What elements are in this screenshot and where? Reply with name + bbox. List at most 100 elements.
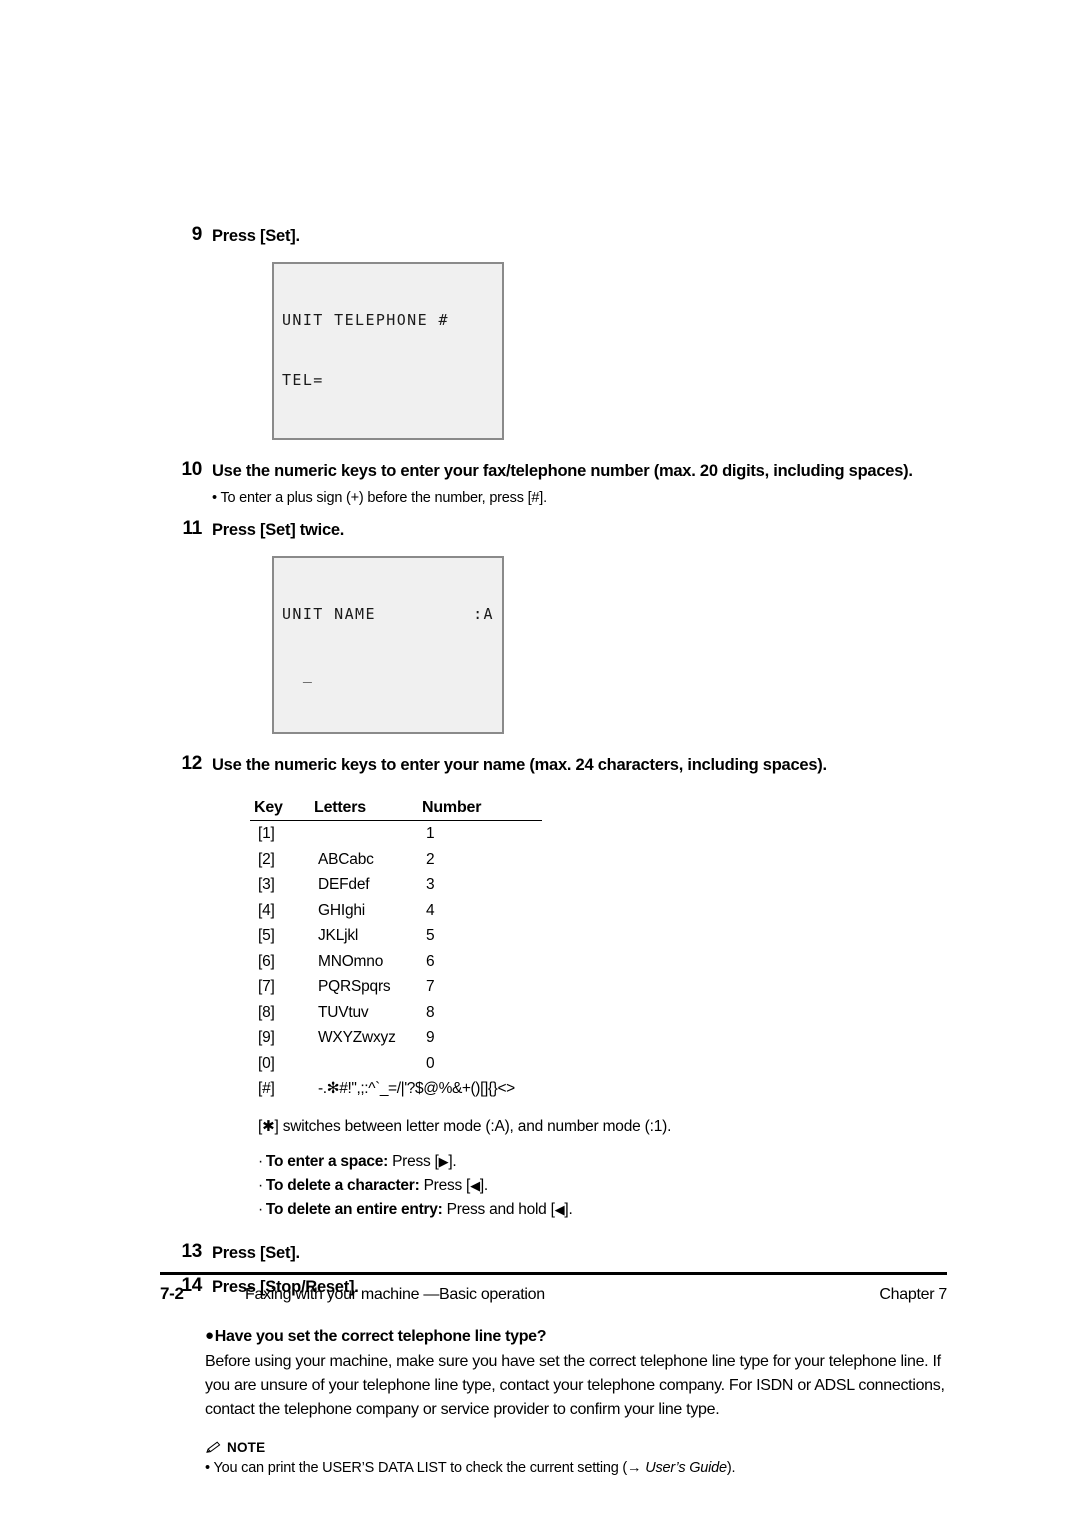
step-10-substep: • To enter a plus sign (+) before the nu… bbox=[212, 490, 547, 506]
key-table-header-letters: Letters bbox=[314, 799, 366, 816]
lcd-display-2-cursor-line: _ bbox=[282, 665, 314, 683]
step-10-text: Use the numeric keys to enter your fax/t… bbox=[212, 462, 913, 480]
key-cell: [9] bbox=[258, 1029, 275, 1046]
footer-title: Faxing with your machine —Basic operatio… bbox=[245, 1286, 545, 1303]
hint-pre: Press [ bbox=[419, 1176, 471, 1194]
footer-divider bbox=[160, 1272, 947, 1275]
key-table-header-key: Key bbox=[254, 799, 283, 816]
note-block: NOTE • You can print the USER’S DATA LIS… bbox=[205, 1440, 950, 1479]
step-11-text: Press [Set] twice. bbox=[212, 521, 345, 539]
lcd-display-2-line-1-left: UNIT NAME bbox=[282, 605, 376, 623]
hint-label: To delete a character: bbox=[265, 1176, 420, 1194]
lcd-display-1-line-2: TEL= bbox=[282, 371, 324, 389]
hint-post: ]. bbox=[479, 1176, 488, 1194]
number-cell: 8 bbox=[426, 1003, 435, 1021]
section-body-text: Before using your machine, make sure you… bbox=[205, 1352, 945, 1418]
number-cell: 5 bbox=[426, 927, 435, 944]
step-13-text: Press [Set]. bbox=[212, 1243, 300, 1262]
letters-cell bbox=[318, 821, 426, 847]
step-10: 10 Use the numeric keys to enter your fa… bbox=[160, 458, 950, 483]
key-table-header-row: Key Letters Number bbox=[250, 799, 542, 821]
letters-cell: TUVtuv bbox=[318, 1003, 369, 1021]
note-body-pre: • You can print the USER’S DATA LIST to … bbox=[205, 1459, 646, 1476]
letters-cell: WXYZwxyz bbox=[318, 1029, 396, 1046]
footer-chapter: Chapter 7 bbox=[879, 1286, 947, 1303]
note-label-text: NOTE bbox=[227, 1439, 266, 1455]
lcd-display-2-line-1: UNIT NAME :A bbox=[282, 604, 494, 624]
key-cell: [5] bbox=[258, 927, 275, 944]
key-table-header-number: Number bbox=[422, 799, 482, 816]
key-cell: [3] bbox=[258, 876, 275, 893]
table-row: [0] 0 bbox=[250, 1051, 550, 1077]
page-footer: 7-2 Faxing with your machine —Basic oper… bbox=[160, 1272, 947, 1304]
hint-post: ]. bbox=[564, 1200, 573, 1218]
filled-circle-bullet-icon: ● bbox=[205, 1326, 214, 1344]
number-cell: 9 bbox=[426, 1029, 435, 1046]
number-cell: 7 bbox=[426, 978, 435, 995]
step-12-number: 12 bbox=[181, 753, 202, 774]
hint-label: To delete an entire entry: bbox=[265, 1200, 443, 1218]
telephone-line-type-section: ●Have you set the correct telephone line… bbox=[205, 1325, 950, 1422]
key-hints-list: · To enter a space: Press [▶]. · To delete… bbox=[258, 1150, 950, 1222]
step-9-number: 9 bbox=[191, 224, 203, 245]
step-9: 9 Press [Set]. bbox=[160, 223, 950, 248]
symbols-cell: -.✻#!",;:^`_=/|'?$@%&+()[]{}<> bbox=[318, 1080, 515, 1097]
note-label-row: NOTE bbox=[205, 1440, 950, 1455]
lcd-display-1: UNIT TELEPHONE # TEL= bbox=[272, 262, 504, 440]
key-letter-table: Key Letters Number [1] 1 [2] ABCabc 2 [3… bbox=[250, 799, 550, 1102]
note-body-reference: User’s Guide bbox=[645, 1459, 727, 1476]
step-9-text: Press [Set]. bbox=[212, 227, 300, 245]
note-body: • You can print the USER’S DATA LIST to … bbox=[205, 1458, 950, 1479]
table-row: [4] GHIghi 4 bbox=[250, 898, 550, 924]
table-row-symbols: [#] -.✻#!",;:^`_=/|'?$@%&+()[]{}<> bbox=[250, 1076, 550, 1102]
bullet-dot: · bbox=[258, 1152, 263, 1170]
table-row: [8] TUVtuv 8 bbox=[250, 1000, 550, 1026]
asterisk-key-icon: ✱ bbox=[262, 1116, 275, 1135]
list-item: · To delete an entire entry: Press and ho… bbox=[258, 1198, 950, 1222]
key-cell: [#] bbox=[258, 1080, 275, 1097]
number-cell: 4 bbox=[426, 901, 435, 919]
table-row: [7] PQRSpqrs 7 bbox=[250, 974, 550, 1000]
lcd-display-2-mode-indicator: :A bbox=[473, 605, 494, 623]
key-cell: [4] bbox=[258, 901, 275, 919]
list-item: · To enter a space: Press [▶]. bbox=[258, 1150, 950, 1174]
list-item: · To delete a character: Press [◀]. bbox=[258, 1174, 950, 1198]
letters-cell bbox=[318, 1051, 426, 1077]
number-cell: 1 bbox=[426, 825, 435, 842]
pencil-icon bbox=[205, 1441, 222, 1454]
key-cell: [2] bbox=[258, 850, 275, 868]
table-row: [5] JKLjkl 5 bbox=[250, 923, 550, 949]
page-number: 7-2 bbox=[160, 1284, 184, 1303]
key-cell: [8] bbox=[258, 1003, 275, 1021]
lcd-display-2: UNIT NAME :A _ bbox=[272, 556, 504, 734]
hint-post: ]. bbox=[448, 1152, 457, 1170]
document-page: 9 Press [Set]. UNIT TELEPHONE # TEL= 10 … bbox=[0, 0, 1080, 1528]
letters-cell: DEFdef bbox=[318, 876, 370, 893]
lcd-display-1-wrapper: UNIT TELEPHONE # TEL= bbox=[272, 262, 950, 440]
hint-label: To enter a space: bbox=[265, 1152, 389, 1170]
letters-cell: JKLjkl bbox=[318, 927, 359, 944]
table-row: [6] MNOmno 6 bbox=[250, 949, 550, 975]
mode-switch-note: [✱] switches between letter mode (:A), a… bbox=[258, 1115, 950, 1138]
step-12-text: Use the numeric keys to enter your name … bbox=[212, 756, 827, 774]
letters-cell: ABCabc bbox=[318, 850, 374, 868]
step-13: 13 Press [Set]. bbox=[160, 1240, 950, 1265]
number-cell: 6 bbox=[426, 952, 435, 970]
step-11: 11 Press [Set] twice. bbox=[160, 517, 950, 542]
key-cell: [7] bbox=[258, 978, 275, 995]
letters-cell: GHIghi bbox=[318, 901, 366, 919]
table-row: [1] 1 bbox=[250, 821, 550, 847]
arrow-left-icon: ◀ bbox=[554, 1202, 565, 1218]
lcd-display-1-line-1: UNIT TELEPHONE # bbox=[282, 311, 449, 329]
arrow-left-icon: ◀ bbox=[470, 1178, 480, 1194]
number-cell: 0 bbox=[426, 1054, 435, 1072]
table-row: [3] DEFdef 3 bbox=[250, 872, 550, 898]
letters-cell: MNOmno bbox=[318, 952, 384, 970]
number-cell: 3 bbox=[426, 876, 435, 893]
bullet-dot: · bbox=[258, 1176, 263, 1194]
step-13-number: 13 bbox=[181, 1240, 202, 1262]
table-row: [2] ABCabc 2 bbox=[250, 847, 550, 873]
section-heading-text: Have you set the correct telephone line … bbox=[214, 1327, 547, 1345]
step-10-number: 10 bbox=[181, 459, 202, 480]
number-cell: 2 bbox=[426, 850, 435, 868]
